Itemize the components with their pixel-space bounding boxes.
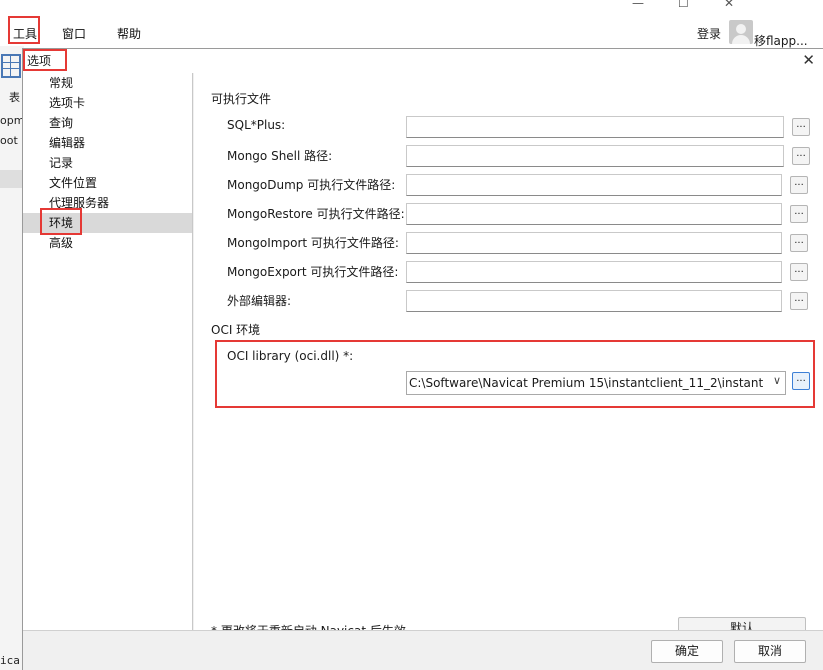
nav-item-editor[interactable]: 编辑器 bbox=[23, 133, 192, 153]
mongoimport-browse-button[interactable]: ... bbox=[790, 234, 808, 252]
nav-item-query[interactable]: 查询 bbox=[23, 113, 192, 133]
mongoexport-input[interactable] bbox=[406, 261, 782, 283]
sqlplus-browse-button[interactable]: ... bbox=[792, 118, 810, 136]
mongoimport-input[interactable] bbox=[406, 232, 782, 254]
external-editor-browse-button[interactable]: ... bbox=[790, 292, 808, 310]
avatar-body bbox=[732, 35, 750, 44]
executables-section-title: 可执行文件 bbox=[211, 92, 272, 106]
oci-section-title: OCI 环境 bbox=[211, 323, 261, 337]
highlight-box-oci bbox=[215, 340, 815, 408]
mongoimport-label: MongoImport 可执行文件路径: bbox=[227, 236, 399, 250]
menu-help[interactable]: 帮助 bbox=[117, 25, 141, 42]
sqlplus-input[interactable] bbox=[406, 116, 784, 138]
mongo-shell-browse-button[interactable]: ... bbox=[792, 147, 810, 165]
nav-item-tabs[interactable]: 选项卡 bbox=[23, 93, 192, 113]
window-controls: — ☐ ✕ bbox=[600, 0, 823, 14]
highlight-box-tools bbox=[8, 16, 40, 44]
nav-item-file-location[interactable]: 文件位置 bbox=[23, 173, 192, 193]
dialog-titlebar: 选项 ✕ bbox=[23, 49, 823, 73]
mongorestore-input[interactable] bbox=[406, 203, 782, 225]
options-nav: 常规 选项卡 查询 编辑器 记录 文件位置 代理服务器 环境 高级 bbox=[23, 73, 193, 630]
dialog-footer: 确定 取消 bbox=[23, 630, 823, 670]
highlight-box-environment bbox=[40, 208, 82, 235]
mongorestore-browse-button[interactable]: ... bbox=[790, 205, 808, 223]
options-dialog: 选项 ✕ 常规 选项卡 查询 编辑器 记录 文件位置 代理服务器 环境 高级 可… bbox=[22, 48, 823, 670]
nav-item-advanced[interactable]: 高级 bbox=[23, 233, 192, 253]
mongorestore-label: MongoRestore 可执行文件路径: bbox=[227, 207, 405, 221]
external-editor-label: 外部编辑器: bbox=[227, 294, 292, 308]
avatar[interactable] bbox=[729, 20, 753, 44]
cancel-button[interactable]: 取消 bbox=[734, 640, 806, 663]
background-list-item: opm bbox=[0, 114, 24, 127]
highlight-box-title bbox=[23, 49, 67, 71]
menu-window[interactable]: 窗口 bbox=[62, 25, 86, 42]
close-icon[interactable]: ✕ bbox=[802, 51, 815, 69]
environment-panel: 可执行文件 SQL*Plus: ... Mongo Shell 路径: ... … bbox=[194, 73, 823, 640]
external-editor-input[interactable] bbox=[406, 290, 782, 312]
login-link[interactable]: 登录 bbox=[697, 25, 721, 42]
table-icon bbox=[1, 54, 21, 78]
background-status-text: ica bbox=[0, 654, 20, 667]
mongodump-input[interactable] bbox=[406, 174, 782, 196]
ok-button[interactable]: 确定 bbox=[651, 640, 723, 663]
nav-item-records[interactable]: 记录 bbox=[23, 153, 192, 173]
nav-item-general[interactable]: 常规 bbox=[23, 73, 192, 93]
mongodump-label: MongoDump 可执行文件路径: bbox=[227, 178, 396, 192]
background-selection-band bbox=[0, 170, 24, 188]
mongo-shell-input[interactable] bbox=[406, 145, 784, 167]
background-list-item: oot bbox=[0, 134, 18, 147]
user-name: 移flapp... bbox=[754, 34, 808, 48]
sqlplus-label: SQL*Plus: bbox=[227, 118, 286, 132]
app-menubar: 工具 窗口 帮助 bbox=[0, 18, 755, 46]
mongodump-browse-button[interactable]: ... bbox=[790, 176, 808, 194]
maximize-icon[interactable]: ☐ bbox=[678, 0, 689, 10]
avatar-head bbox=[736, 24, 746, 34]
minimize-icon[interactable]: — bbox=[632, 0, 644, 10]
window-close-icon[interactable]: ✕ bbox=[724, 0, 734, 10]
mongoexport-browse-button[interactable]: ... bbox=[790, 263, 808, 281]
mongo-shell-label: Mongo Shell 路径: bbox=[227, 149, 333, 163]
mongoexport-label: MongoExport 可执行文件路径: bbox=[227, 265, 399, 279]
